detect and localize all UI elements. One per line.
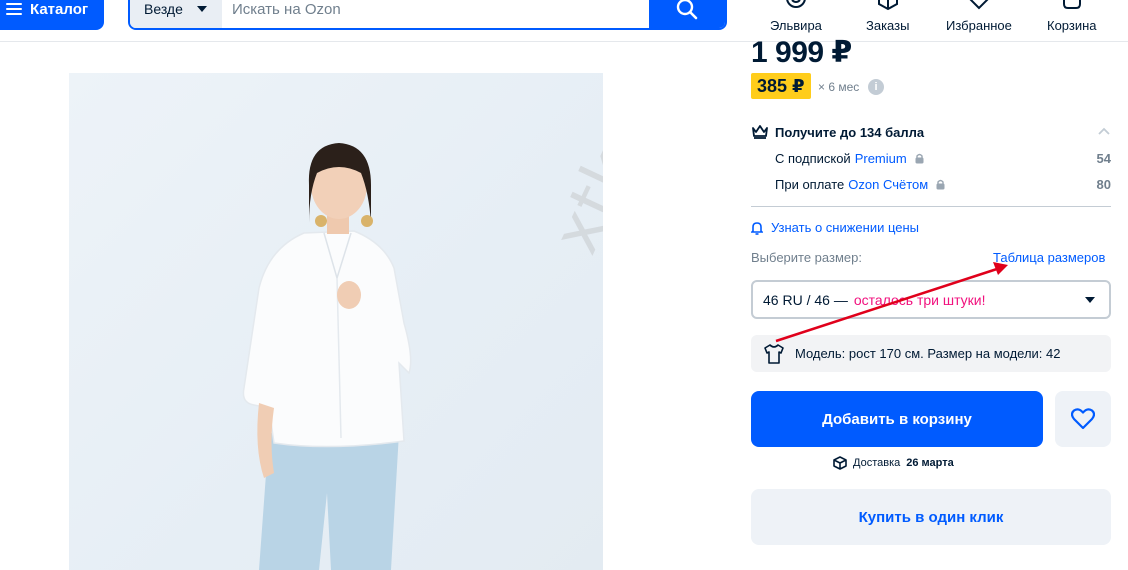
bonus-row-label: При оплате: [775, 177, 845, 192]
bonus-value-ozon-account: 80: [1096, 177, 1111, 192]
size-table-link[interactable]: Таблица размеров: [993, 250, 1105, 265]
size-select[interactable]: 46 RU / 46 — осталось три штуки!: [751, 280, 1111, 319]
price-drop-notify-link[interactable]: Узнать о снижении цены: [751, 220, 919, 235]
search-icon: [676, 0, 698, 20]
cart-icon: [1062, 0, 1081, 9]
add-to-favorites-button[interactable]: [1055, 391, 1111, 447]
top-header: Каталог Везде Эльвира: [0, 0, 1128, 42]
notify-label: Узнать о снижении цены: [771, 220, 920, 235]
box-icon: [833, 456, 847, 470]
smile-icon: [786, 0, 806, 8]
ozon-account-link[interactable]: Ozon Счётом: [848, 177, 928, 192]
nav-favorites[interactable]: Избранное: [946, 0, 1012, 33]
add-to-cart-button[interactable]: Добавить в корзину: [751, 391, 1043, 447]
delivery-info: Доставка 26 марта: [833, 456, 954, 470]
search-scope-select[interactable]: Везде: [130, 0, 222, 28]
model-figure: [242, 143, 412, 570]
search-bar: Везде: [128, 0, 727, 30]
bell-icon: [751, 221, 763, 235]
box-icon: [877, 0, 898, 11]
installment-badge[interactable]: 385 ₽: [751, 73, 811, 99]
model-info-text: Модель: рост 170 см. Размер на модели: 4…: [795, 346, 1061, 361]
search-input[interactable]: [222, 0, 649, 28]
catalog-label: Каталог: [30, 0, 89, 18]
nav-cart-label: Корзина: [1047, 18, 1097, 33]
heart-icon: [969, 0, 989, 10]
model-info-box: Модель: рост 170 см. Размер на модели: 4…: [751, 335, 1111, 372]
info-icon[interactable]: i: [868, 79, 884, 95]
dropdown-triangle-icon: [196, 6, 207, 12]
size-label: Выберите размер:: [751, 250, 862, 265]
divider: [751, 206, 1111, 207]
bonus-row-label: С подпиской: [775, 151, 851, 166]
price-main: 1 999 ₽: [751, 36, 852, 65]
bonus-row-premium: С подпиской Premium: [775, 151, 924, 166]
nav-favorites-label: Избранное: [946, 18, 1012, 33]
delivery-date: 26 марта: [906, 457, 954, 469]
stock-warning: осталось три штуки!: [853, 291, 986, 308]
nav-cart[interactable]: Корзина: [1047, 0, 1097, 33]
lock-icon: [936, 179, 945, 190]
shirt-icon: [764, 343, 784, 364]
search-button[interactable]: [649, 0, 725, 28]
lock-icon: [915, 153, 924, 164]
product-page: Каталог Везде Эльвира: [0, 0, 1128, 570]
chevron-up-icon[interactable]: [1098, 127, 1110, 135]
nav-orders-label: Заказы: [866, 18, 910, 33]
menu-icon: [6, 3, 22, 15]
dropdown-triangle-icon: [1085, 297, 1095, 303]
bonus-row-ozon-account: При оплате Ozon Счётом: [775, 177, 945, 192]
size-selected: 46 RU / 46 —: [763, 291, 848, 308]
nav-orders[interactable]: Заказы: [866, 0, 909, 33]
nav-profile[interactable]: Эльвира: [770, 0, 822, 33]
bonus-title: Получите до 134 балла: [775, 125, 925, 140]
buy-one-click-button[interactable]: Купить в один клик: [751, 489, 1111, 545]
crown-icon: [752, 125, 768, 139]
bonus-value-premium: 54: [1096, 151, 1111, 166]
heart-icon: [1071, 408, 1095, 430]
installment-term: × 6 мес: [818, 80, 860, 94]
product-photo[interactable]: xtkani.ru: [69, 73, 603, 570]
catalog-button[interactable]: Каталог: [0, 0, 104, 30]
delivery-prefix: Доставка: [853, 457, 901, 469]
premium-link[interactable]: Premium: [855, 151, 907, 166]
search-scope-label: Везде: [144, 1, 183, 17]
